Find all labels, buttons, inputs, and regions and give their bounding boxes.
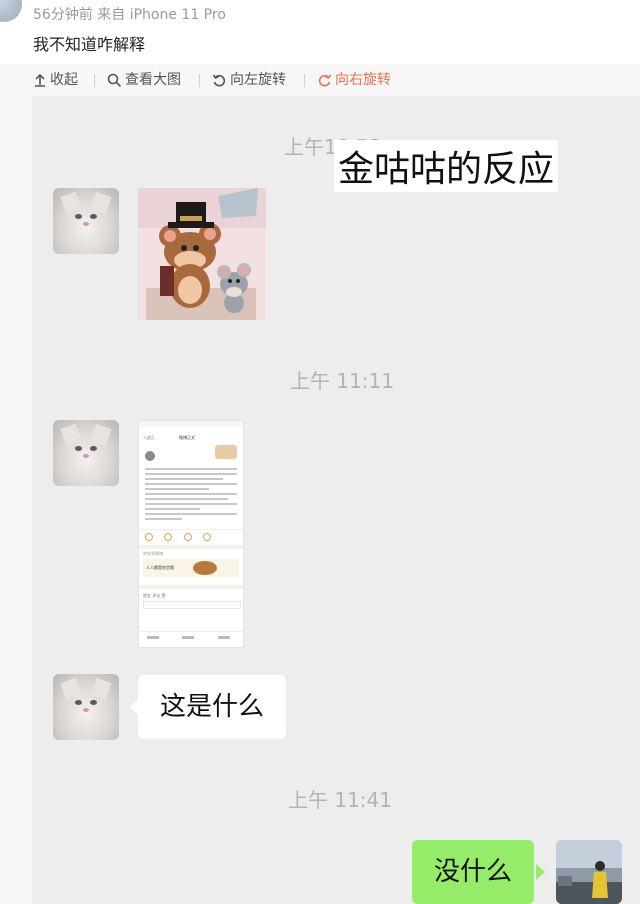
- poster-avatar[interactable]: [0, 0, 22, 22]
- rotate-right-icon: [318, 74, 332, 86]
- my-avatar[interactable]: [556, 840, 622, 904]
- chat-screenshot: [32, 96, 640, 904]
- screenshot-tabs: 转发 评论 赞: [143, 593, 166, 598]
- rotate-left-icon: [212, 74, 226, 86]
- repost-title: 转发到微博: [143, 551, 163, 556]
- timestamp: 上午 11:11: [290, 369, 394, 393]
- bubble-tail: [536, 864, 545, 880]
- view-large-label: 查看大图: [125, 72, 181, 88]
- message-bubble[interactable]: 这是什么: [138, 675, 287, 739]
- rotate-left-button[interactable]: 向左旋转: [212, 64, 286, 96]
- avatar[interactable]: [53, 188, 119, 254]
- post-text: 我不知道咋解释: [33, 35, 146, 54]
- toolbar-divider: [199, 74, 200, 87]
- collapse-label: 收起: [50, 72, 78, 88]
- rotate-right-button[interactable]: 向右旋转: [317, 64, 391, 96]
- comment-input: [143, 601, 241, 609]
- timestamp: 上午 11:41: [288, 788, 392, 812]
- screenshot-bottom-bar: [147, 635, 235, 639]
- search-icon: [107, 73, 122, 87]
- avatar[interactable]: [53, 420, 119, 486]
- screenshot-text-lines: [145, 465, 237, 523]
- screenshot-avatar: [145, 451, 155, 461]
- image-margin: [0, 96, 32, 904]
- seaside-photo-icon: [556, 840, 622, 904]
- toolbar-divider: [304, 74, 305, 87]
- weibo-screenshot[interactable]: <返回 微博正文 转发到微博 人人都是吃货哦 转发 评论 赞: [138, 420, 244, 648]
- tom-and-jerry-sticker[interactable]: [138, 188, 266, 320]
- status-bar: [139, 421, 243, 427]
- collapse-button[interactable]: 收起: [33, 64, 78, 96]
- jerry-mice-illustration: [138, 188, 266, 320]
- overlay-title: 金咕咕的反应: [334, 140, 559, 192]
- screenshot-title: 微博正文: [179, 435, 195, 440]
- my-message-bubble[interactable]: 没什么: [412, 840, 535, 904]
- post-meta: 56分钟前 来自 iPhone 11 Pro: [33, 7, 226, 23]
- rotate-right-label: 向右旋转: [335, 72, 391, 88]
- avatar[interactable]: [53, 674, 119, 740]
- image-toolbar: 收起 查看大图 向左旋转 向右旋转: [0, 64, 640, 96]
- collapse-icon: [35, 73, 45, 87]
- screenshot-actions: [145, 533, 237, 541]
- promo-banner: 人人都是吃货哦: [143, 559, 239, 577]
- post-header: 56分钟前 来自 iPhone 11 Pro 我不知道咋解释: [0, 0, 640, 62]
- rotate-left-label: 向左旋转: [230, 72, 286, 88]
- screenshot-sticker: [215, 445, 237, 459]
- back-link: <返回: [143, 435, 155, 440]
- toolbar-divider: [94, 74, 95, 87]
- view-large-button[interactable]: 查看大图: [107, 64, 181, 96]
